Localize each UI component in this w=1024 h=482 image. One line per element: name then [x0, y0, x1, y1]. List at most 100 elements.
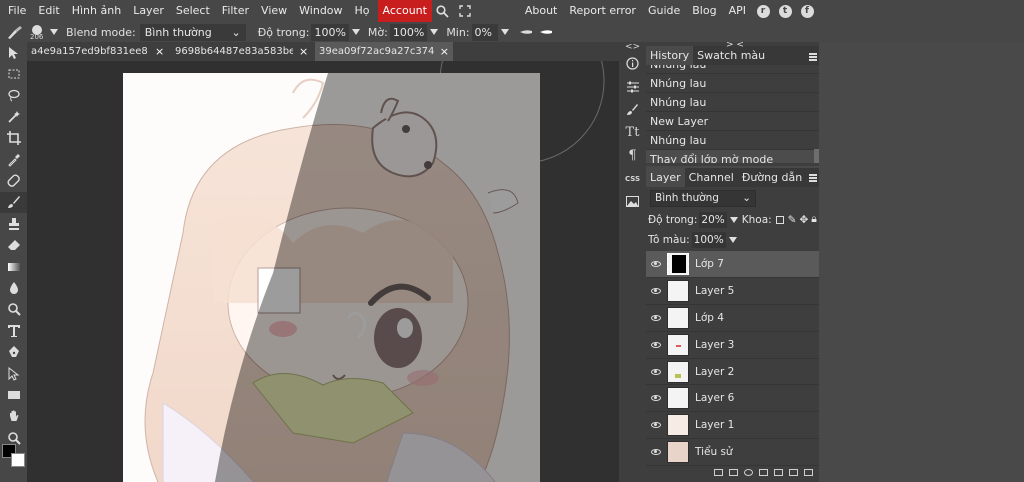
blur-tool-icon[interactable] — [0, 299, 27, 320]
background-color[interactable] — [11, 453, 25, 467]
visibility-eye-icon[interactable] — [646, 368, 666, 375]
visibility-eye-icon[interactable] — [646, 341, 666, 348]
blog-link[interactable]: Blog — [686, 0, 722, 22]
brush-size-preview[interactable]: 206 — [28, 22, 50, 42]
history-item[interactable]: Nhúng lau — [646, 131, 819, 150]
text-tool-icon[interactable] — [0, 320, 27, 341]
crop-tool-icon[interactable] — [0, 128, 27, 149]
fill-input[interactable]: 100% — [691, 231, 726, 248]
eraser-icon[interactable] — [0, 235, 27, 256]
layer-row[interactable]: Layer 3 — [646, 332, 819, 359]
layer-opacity-input[interactable]: 20% — [699, 211, 727, 228]
move-tool-icon[interactable] — [0, 42, 27, 63]
brush-tool-icon[interactable] — [0, 191, 27, 214]
collapse-arrows-icon[interactable]: > < — [726, 40, 744, 50]
about-link[interactable]: About — [519, 0, 564, 22]
tab-paths[interactable]: Đường dẫn — [738, 168, 806, 187]
menu-filter[interactable]: Filter — [216, 0, 255, 22]
fill-dropdown-icon[interactable] — [728, 236, 737, 243]
account-button[interactable]: Account — [377, 0, 432, 22]
path-select-icon[interactable] — [0, 363, 27, 384]
menu-view[interactable]: View — [255, 0, 293, 22]
shape-tool-icon[interactable] — [0, 384, 27, 405]
new-layer-icon[interactable] — [789, 469, 798, 477]
lock-paint-icon[interactable]: ✎ — [788, 214, 797, 226]
report-error-link[interactable]: Report error — [563, 0, 642, 22]
lasso-tool-icon[interactable] — [0, 85, 27, 106]
layers-menu-icon[interactable] — [809, 174, 817, 182]
lock-all-icon[interactable]: 🔒︎ — [811, 213, 817, 226]
search-icon[interactable] — [432, 0, 454, 22]
layer-name[interactable]: Lớp 4 — [695, 312, 724, 324]
document-tab[interactable]: 9698b64487e83a583be c f × — [171, 42, 315, 61]
guide-link[interactable]: Guide — [642, 0, 686, 22]
color-swatches[interactable] — [2, 444, 26, 468]
document-tab[interactable]: a4e9a157ed9bf831ee8 1 7 × — [27, 42, 171, 61]
layer-name[interactable]: Layer 6 — [695, 392, 734, 404]
blend-mode-select[interactable]: Bình thường ⌄ — [139, 23, 246, 41]
character-icon[interactable]: Tt — [619, 121, 646, 144]
opacity-input[interactable]: 100% — [311, 23, 349, 41]
menu-window[interactable]: Window — [293, 0, 348, 22]
min-input[interactable]: 0% — [471, 23, 498, 41]
tab-channel[interactable]: Channel — [685, 168, 738, 187]
link-layers-icon[interactable] — [714, 469, 723, 477]
clone-stamp-icon[interactable] — [0, 213, 27, 234]
image-icon[interactable] — [619, 190, 646, 213]
flow-dropdown-icon[interactable] — [430, 29, 439, 35]
brush-size-dropdown-icon[interactable] — [50, 29, 58, 35]
visibility-eye-icon[interactable] — [646, 395, 666, 402]
pen-tool-icon[interactable] — [0, 341, 27, 362]
new-group-icon[interactable] — [774, 469, 783, 477]
document-tab-active[interactable]: 39ea09f72ac9a27c374 8 f × — [315, 42, 453, 61]
layer-row[interactable]: Layer 5 — [646, 278, 819, 305]
visibility-eye-icon[interactable] — [646, 260, 666, 267]
info-icon[interactable] — [619, 52, 646, 75]
close-icon[interactable]: × — [299, 45, 308, 58]
visibility-eye-icon[interactable] — [646, 422, 666, 429]
marquee-tool-icon[interactable] — [0, 63, 27, 84]
paragraph-icon[interactable]: ¶ — [619, 144, 646, 167]
history-item-current[interactable]: Thay đổi lớp mờ mode — [646, 150, 819, 163]
min-dropdown-icon[interactable] — [500, 29, 509, 35]
layer-row[interactable]: Layer 6 — [646, 385, 819, 413]
adjustment-layer-icon[interactable] — [744, 469, 753, 477]
image-canvas[interactable] — [123, 73, 540, 482]
pressure-opacity-icon[interactable] — [539, 29, 553, 35]
adjustments-icon[interactable] — [619, 75, 646, 98]
eyedropper-icon[interactable] — [0, 149, 27, 170]
layer-row[interactable]: Lớp 4 — [646, 305, 819, 332]
facebook-icon[interactable]: f — [796, 0, 818, 22]
visibility-eye-icon[interactable] — [646, 287, 666, 294]
healing-tool-icon[interactable] — [0, 170, 27, 191]
menu-layer[interactable]: Layer — [127, 0, 170, 22]
menu-image[interactable]: Hình ảnh — [66, 0, 127, 22]
lock-move-icon[interactable]: ✥ — [799, 214, 808, 226]
opacity-dropdown-icon[interactable] — [351, 29, 360, 35]
layer-name[interactable]: Layer 3 — [695, 339, 734, 351]
layer-row[interactable]: Lớp 7 — [646, 251, 819, 278]
layer-blend-select[interactable]: Bình thường ⌄ — [650, 190, 756, 207]
layer-row[interactable]: Layer 1 — [646, 412, 819, 440]
layer-name[interactable]: Tiểu sử — [695, 446, 733, 458]
layer-row[interactable]: Layer 2 — [646, 359, 819, 386]
lock-transparency-icon[interactable] — [775, 215, 784, 224]
layer-effects-icon[interactable] — [729, 469, 738, 477]
history-item[interactable]: Nhúng lau — [646, 93, 819, 112]
visibility-eye-icon[interactable] — [646, 314, 666, 321]
layer-opacity-dropdown-icon[interactable] — [729, 216, 738, 223]
history-scrollbar[interactable] — [814, 149, 819, 163]
brush-tool-icon[interactable] — [6, 25, 24, 39]
reddit-icon[interactable]: r — [752, 0, 774, 22]
tab-history[interactable]: History — [646, 46, 694, 65]
fullscreen-icon[interactable] — [454, 0, 476, 22]
brush-presets-icon[interactable] — [619, 98, 646, 121]
flow-input[interactable]: 100% — [389, 23, 428, 41]
history-item[interactable]: New Layer — [646, 112, 819, 131]
history-menu-icon[interactable] — [809, 53, 817, 61]
layer-row[interactable]: Tiểu sử — [646, 439, 819, 467]
layer-name[interactable]: Layer 5 — [695, 285, 734, 297]
history-item[interactable]: Nhúng lau — [646, 74, 819, 93]
layer-name[interactable]: Layer 2 — [695, 366, 734, 378]
history-item[interactable]: Nhúng lau — [646, 65, 819, 74]
